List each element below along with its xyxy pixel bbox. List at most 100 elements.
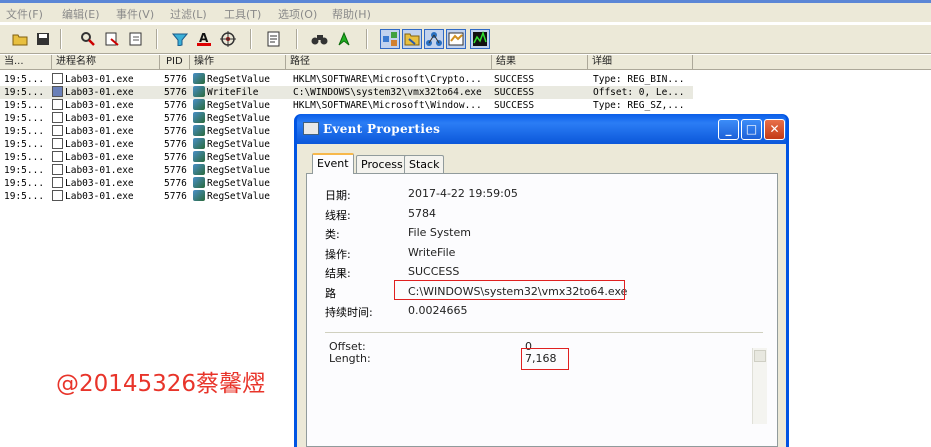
menu-options[interactable]: 选项(O) xyxy=(278,6,317,22)
path-label: 路 xyxy=(325,287,336,300)
cell-text: 19:5... xyxy=(4,100,45,111)
process-icon xyxy=(52,151,63,162)
jump-icon[interactable] xyxy=(334,29,354,49)
cell-text: 5776 xyxy=(164,74,187,85)
network-icon[interactable] xyxy=(424,29,444,49)
operation-icon xyxy=(193,164,205,175)
cell-text: 5776 xyxy=(164,178,187,189)
cell-text: Lab03-01.exe xyxy=(65,100,134,111)
maximize-button[interactable]: □ xyxy=(741,119,762,140)
properties-icon[interactable] xyxy=(264,29,284,49)
process-icon xyxy=(52,73,63,84)
filter-icon[interactable] xyxy=(170,29,190,49)
menu-tools[interactable]: 工具(T) xyxy=(224,6,261,22)
col-time[interactable]: 当... xyxy=(0,55,52,70)
col-path[interactable]: 路径 xyxy=(286,55,492,70)
cell-text: 19:5... xyxy=(4,113,45,124)
cell-time: 19:5... xyxy=(4,99,54,112)
cell-text: Lab03-01.exe xyxy=(65,87,134,98)
cell-text: RegSetValue xyxy=(207,126,270,137)
cell-text: 19:5... xyxy=(4,191,45,202)
cell-text: SUCCESS xyxy=(494,87,535,98)
minimize-button[interactable]: _ xyxy=(718,119,739,140)
menu-filter[interactable]: 过滤(L) xyxy=(170,6,207,22)
cell-text: Lab03-01.exe xyxy=(65,139,134,150)
registry-icon[interactable] xyxy=(380,29,400,49)
col-detail[interactable]: 详细 xyxy=(588,55,693,70)
menu-event[interactable]: 事件(V) xyxy=(116,6,154,22)
process-icon[interactable] xyxy=(446,29,466,49)
cell-op: RegSetValue xyxy=(193,99,286,112)
autoscroll-icon[interactable] xyxy=(126,29,146,49)
thread-value: 5784 xyxy=(408,207,436,220)
tab-event[interactable]: Event xyxy=(312,153,354,174)
save-icon[interactable] xyxy=(33,29,53,49)
cell-op: RegSetValue xyxy=(193,190,286,203)
close-button[interactable]: ✕ xyxy=(764,119,785,140)
date-label: 日期: xyxy=(325,189,351,202)
cell-text: Type: REG_BIN... xyxy=(593,74,685,85)
toolbar: A xyxy=(0,24,931,54)
table-row[interactable]: 19:5... Lab03-01.exe 5776 WriteFile C:\WINDO… xyxy=(0,86,693,99)
cell-result: SUCCESS xyxy=(494,73,588,86)
dialog-titlebar[interactable]: Event Properties _ □ ✕ xyxy=(297,114,786,144)
highlight-icon[interactable]: A xyxy=(194,29,214,49)
cell-process: Lab03-01.exe xyxy=(52,112,160,125)
cell-op: RegSetValue xyxy=(193,138,286,151)
file-icon[interactable] xyxy=(402,29,422,49)
process-icon xyxy=(52,125,63,136)
menu-help[interactable]: 帮助(H) xyxy=(332,6,371,22)
profiling-icon[interactable] xyxy=(470,29,490,49)
cell-text: HKLM\SOFTWARE\Microsoft\Crypto... xyxy=(293,74,482,85)
menu-edit[interactable]: 编辑(E) xyxy=(62,6,100,22)
cell-path: HKLM\SOFTWARE\Microsoft\Crypto... xyxy=(293,73,492,86)
cell-text: 19:5... xyxy=(4,74,45,85)
cell-pid: 5776 xyxy=(164,73,192,86)
thread-label: 线程: xyxy=(325,209,351,222)
open-icon[interactable] xyxy=(10,29,30,49)
cell-time: 19:5... xyxy=(4,138,54,151)
menu-file[interactable]: 文件(F) xyxy=(6,6,43,22)
cell-text: Lab03-01.exe xyxy=(65,178,134,189)
target-icon[interactable] xyxy=(218,29,238,49)
operation-icon xyxy=(193,73,205,84)
capture-icon[interactable] xyxy=(102,29,122,49)
svg-text:A: A xyxy=(199,31,209,45)
table-row[interactable]: 19:5... Lab03-01.exe 5776 RegSetValue HKLM\S… xyxy=(0,99,693,112)
col-pid[interactable]: PID xyxy=(160,55,190,70)
cell-text: RegSetValue xyxy=(207,165,270,176)
col-operation[interactable]: 操作 xyxy=(190,55,286,70)
cell-text: 19:5... xyxy=(4,126,45,137)
cell-text: RegSetValue xyxy=(207,74,270,85)
tab-process[interactable]: Process xyxy=(356,155,408,173)
scroll-up-button[interactable] xyxy=(754,350,766,362)
cell-text: 5776 xyxy=(164,126,187,137)
class-value: File System xyxy=(408,226,471,239)
col-result[interactable]: 结果 xyxy=(492,55,588,70)
col-process-name[interactable]: 进程名称 xyxy=(52,55,160,70)
magnifier-icon[interactable] xyxy=(78,29,98,49)
details-scrollbar[interactable] xyxy=(752,348,767,424)
cell-text: RegSetValue xyxy=(207,152,270,163)
cell-text: 19:5... xyxy=(4,178,45,189)
process-icon xyxy=(52,99,63,110)
cell-text: WriteFile xyxy=(207,87,259,98)
cell-text: 5776 xyxy=(164,191,187,202)
find-icon[interactable] xyxy=(310,29,330,49)
cell-pid: 5776 xyxy=(164,99,192,112)
window-icon xyxy=(303,122,319,135)
cell-time: 19:5... xyxy=(4,151,54,164)
cell-pid: 5776 xyxy=(164,190,192,203)
table-row[interactable]: 19:5... Lab03-01.exe 5776 RegSetValue HKLM\S… xyxy=(0,73,693,86)
cell-process: Lab03-01.exe xyxy=(52,190,160,203)
tab-stack[interactable]: Stack xyxy=(404,155,445,173)
cell-text: 5776 xyxy=(164,87,187,98)
cell-text: HKLM\SOFTWARE\Microsoft\Window... xyxy=(293,100,482,111)
cell-text: SUCCESS xyxy=(494,100,535,111)
operation-icon xyxy=(193,190,205,201)
cell-text: 19:5... xyxy=(4,152,45,163)
cell-op: RegSetValue xyxy=(193,151,286,164)
process-icon xyxy=(52,190,63,201)
cell-time: 19:5... xyxy=(4,125,54,138)
cell-time: 19:5... xyxy=(4,73,54,86)
